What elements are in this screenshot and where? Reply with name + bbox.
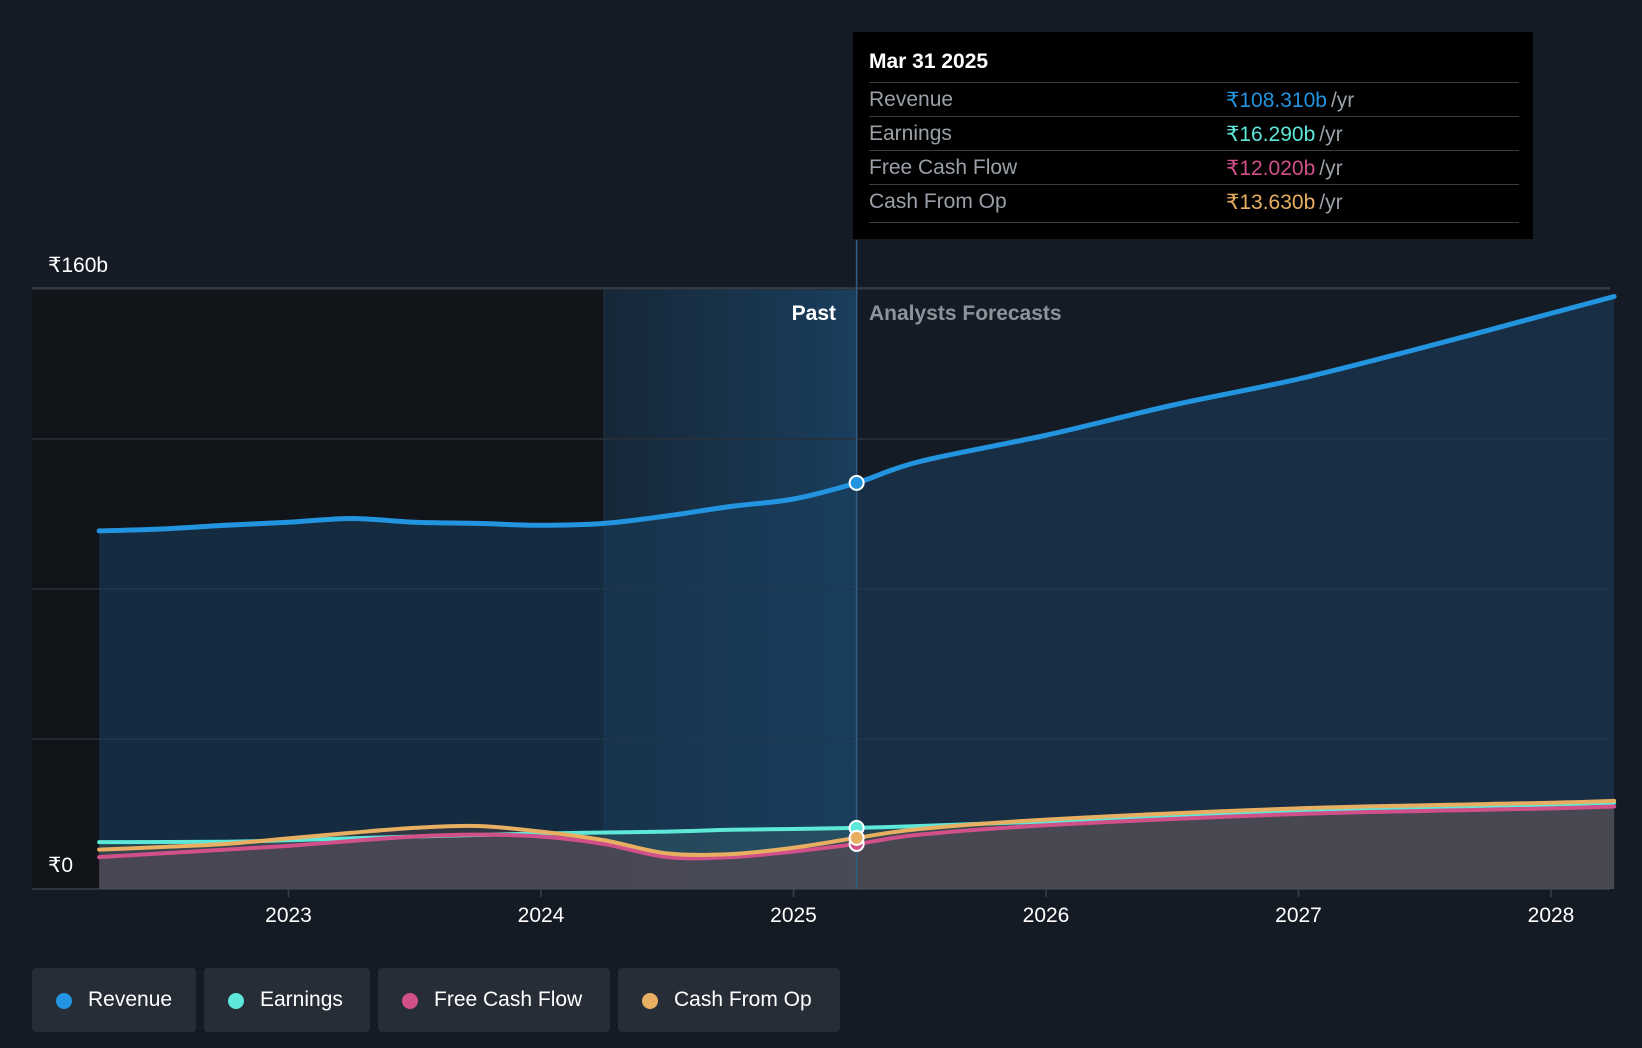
tooltip-value: ₹12.020b/yr (1226, 156, 1343, 181)
y-tick-label: ₹160b (48, 254, 108, 277)
legend-label: Earnings (260, 988, 343, 1011)
x-tick-label: 2027 (1275, 904, 1322, 927)
point-revenue (848, 474, 865, 491)
tooltip-row-cash-from-op: Cash From Op ₹13.630b/yr (869, 184, 1519, 219)
legend-label: Free Cash Flow (434, 988, 583, 1011)
tooltip-value-amount: ₹13.630b (1226, 191, 1316, 214)
tooltip-label: Revenue (869, 88, 954, 111)
tooltip-unit: /yr (1319, 123, 1343, 146)
section-label-forecast: Analysts Forecasts (869, 302, 1062, 325)
tooltip-value-amount: ₹108.310b (1226, 89, 1327, 112)
tooltip-label: Cash From Op (869, 190, 1007, 213)
tooltip-label: Free Cash Flow (869, 156, 1018, 179)
legend-dot-icon (642, 993, 658, 1009)
tooltip-row-revenue: Revenue ₹108.310b/yr (869, 82, 1519, 117)
point-cash-from-op (848, 829, 865, 846)
tooltip-unit: /yr (1319, 191, 1343, 214)
legend-item-earnings[interactable]: Earnings (204, 968, 370, 1032)
tooltip-row-earnings: Earnings ₹16.290b/yr (869, 116, 1519, 151)
tooltip-value-amount: ₹16.290b (1226, 123, 1316, 146)
legend-item-cash-from-op[interactable]: Cash From Op (618, 968, 840, 1032)
tooltip-divider (869, 222, 1519, 223)
legend-item-revenue[interactable]: Revenue (32, 968, 196, 1032)
tooltip-unit: /yr (1319, 157, 1343, 180)
tooltip-date: Mar 31 2025 (869, 50, 989, 73)
y-tick-label: ₹0 (48, 854, 73, 877)
tooltip-label: Earnings (869, 122, 952, 145)
tooltip-value-amount: ₹12.020b (1226, 157, 1316, 180)
x-tick-label: 2024 (518, 904, 565, 927)
tooltip-row-free-cash-flow: Free Cash Flow ₹12.020b/yr (869, 150, 1519, 185)
legend-label: Cash From Op (674, 988, 812, 1011)
legend-dot-icon (228, 993, 244, 1009)
tooltip-value: ₹16.290b/yr (1226, 122, 1343, 147)
legend-label: Revenue (88, 988, 173, 1011)
tooltip-value: ₹108.310b/yr (1226, 88, 1354, 113)
tooltip-unit: /yr (1330, 89, 1355, 112)
tooltip-panel: Mar 31 2025 Revenue ₹108.310b/yr Earning… (853, 32, 1533, 239)
legend-dot-icon (402, 993, 418, 1009)
x-tick-label: 2026 (1023, 904, 1070, 927)
legend-item-free-cash-flow[interactable]: Free Cash Flow (378, 968, 610, 1032)
x-tick-label: 2025 (770, 904, 817, 927)
legend-dot-icon (56, 993, 72, 1009)
x-tick-label: 2023 (265, 904, 312, 927)
section-label-past: Past (792, 302, 836, 325)
x-tick-label: 2028 (1528, 904, 1575, 927)
tooltip-value: ₹13.630b/yr (1226, 190, 1343, 215)
